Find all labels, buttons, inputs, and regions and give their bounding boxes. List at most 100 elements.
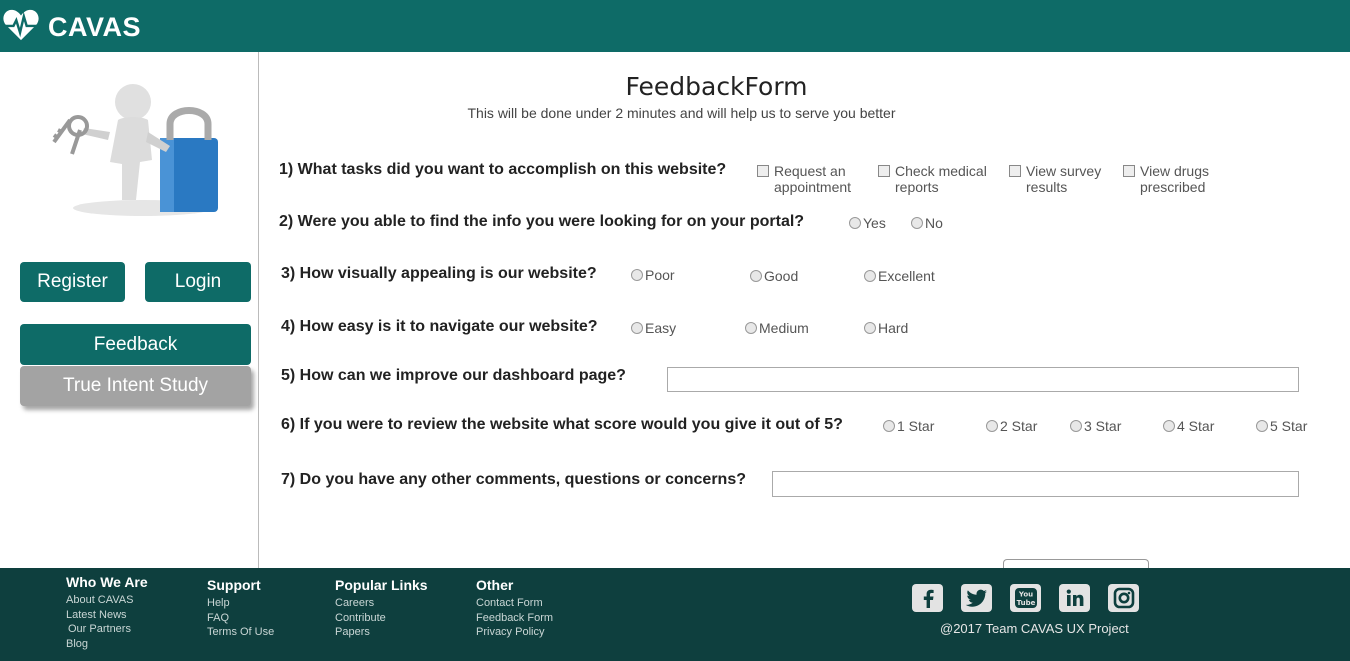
footer-link-papers[interactable]: Papers bbox=[335, 625, 428, 640]
brand-logo[interactable]: CAVAS bbox=[2, 8, 141, 47]
option-label: View drugs prescribed bbox=[1140, 163, 1210, 195]
register-button[interactable]: Register bbox=[20, 262, 125, 302]
radio-button[interactable] bbox=[750, 270, 762, 282]
facebook-icon[interactable] bbox=[912, 584, 943, 612]
top-bar: CAVAS bbox=[0, 0, 1350, 52]
footer-link-privacy[interactable]: Privacy Policy bbox=[476, 625, 553, 640]
footer-heading: Who We Are bbox=[66, 574, 148, 590]
sidebar: Register Login Feedback True Intent Stud… bbox=[0, 52, 259, 568]
svg-text:Tube: Tube bbox=[1016, 599, 1035, 607]
option-label: 5 Star bbox=[1270, 418, 1308, 434]
q6-option-2-star[interactable]: 2 Star bbox=[986, 418, 1037, 434]
checkbox[interactable] bbox=[757, 165, 769, 177]
twitter-icon[interactable] bbox=[961, 584, 992, 612]
question-7: 7) Do you have any other comments, quest… bbox=[281, 471, 746, 488]
radio-button[interactable] bbox=[1256, 420, 1268, 432]
q2-option-yes[interactable]: Yes bbox=[849, 215, 886, 231]
radio-button[interactable] bbox=[1163, 420, 1175, 432]
feedback-form: FeedbackForm This will be done under 2 m… bbox=[259, 52, 1350, 574]
svg-text:You: You bbox=[1017, 591, 1032, 599]
brand-name: CAVAS bbox=[48, 12, 142, 42]
question-6: 6) If you were to review the website wha… bbox=[281, 416, 843, 433]
checkbox[interactable] bbox=[1009, 165, 1021, 177]
q6-option-5-star[interactable]: 5 Star bbox=[1256, 418, 1307, 434]
option-label: Medium bbox=[759, 320, 809, 336]
option-label: Check medical reports bbox=[895, 163, 987, 195]
option-label: Yes bbox=[863, 215, 886, 231]
footer-heading: Support bbox=[207, 577, 261, 593]
q3-option-excellent[interactable]: Excellent bbox=[864, 268, 935, 284]
linkedin-icon[interactable] bbox=[1059, 584, 1090, 612]
radio-button[interactable] bbox=[986, 420, 998, 432]
true-intent-study-button[interactable]: True Intent Study bbox=[20, 366, 251, 406]
footer: Who We Are About CAVAS Latest News Our P… bbox=[0, 568, 1350, 661]
option-label: Poor bbox=[645, 267, 675, 283]
option-label: Excellent bbox=[878, 268, 935, 284]
q1-option-appointment[interactable]: Request an appointment bbox=[757, 163, 851, 195]
page-subtitle: This will be done under 2 minutes and wi… bbox=[467, 105, 896, 121]
login-button[interactable]: Login bbox=[145, 262, 251, 302]
option-label: 4 Star bbox=[1177, 418, 1215, 434]
feedback-button[interactable]: Feedback bbox=[20, 324, 251, 365]
radio-button[interactable] bbox=[883, 420, 895, 432]
youtube-icon[interactable]: You Tube bbox=[1010, 584, 1041, 612]
radio-button[interactable] bbox=[849, 217, 861, 229]
footer-link-terms[interactable]: Terms Of Use bbox=[207, 625, 274, 640]
option-label: 2 Star bbox=[1000, 418, 1038, 434]
footer-column-who-we-are: Who We Are About CAVAS Latest News Our P… bbox=[66, 574, 148, 651]
checkbox[interactable] bbox=[878, 165, 890, 177]
q6-option-4-star[interactable]: 4 Star bbox=[1163, 418, 1214, 434]
footer-link-contribute[interactable]: Contribute bbox=[335, 611, 428, 626]
radio-button[interactable] bbox=[864, 322, 876, 334]
question-2: 2) Were you able to find the info you we… bbox=[279, 213, 805, 230]
social-links: You Tube bbox=[912, 584, 1157, 612]
q4-option-hard[interactable]: Hard bbox=[864, 320, 908, 336]
footer-link-feedback-form[interactable]: Feedback Form bbox=[476, 611, 553, 626]
footer-link-help[interactable]: Help bbox=[207, 596, 274, 611]
footer-link-latest-news[interactable]: Latest News bbox=[66, 608, 148, 623]
q4-option-easy[interactable]: Easy bbox=[631, 320, 676, 336]
radio-button[interactable] bbox=[911, 217, 923, 229]
footer-link-contact-form[interactable]: Contact Form bbox=[476, 596, 553, 611]
footer-link-blog[interactable]: Blog bbox=[66, 637, 148, 652]
footer-link-our-partners[interactable]: Our Partners bbox=[66, 622, 148, 637]
q3-option-poor[interactable]: Poor bbox=[631, 267, 675, 283]
option-label: 1 Star bbox=[897, 418, 935, 434]
q1-option-drugs-prescribed[interactable]: View drugs prescribed bbox=[1123, 163, 1209, 195]
footer-column-popular-links: Popular Links Careers Contribute Papers bbox=[335, 577, 428, 640]
option-label: Easy bbox=[645, 320, 677, 336]
option-label: Request an appointment bbox=[774, 163, 852, 195]
radio-button[interactable] bbox=[864, 270, 876, 282]
checkbox[interactable] bbox=[1123, 165, 1135, 177]
footer-heading: Popular Links bbox=[335, 577, 428, 593]
q2-option-no[interactable]: No bbox=[911, 215, 943, 231]
q4-option-medium[interactable]: Medium bbox=[745, 320, 809, 336]
page-title: FeedbackForm bbox=[625, 72, 808, 101]
question-5: 5) How can we improve our dashboard page… bbox=[281, 367, 626, 384]
footer-link-careers[interactable]: Careers bbox=[335, 596, 428, 611]
q6-option-3-star[interactable]: 3 Star bbox=[1070, 418, 1121, 434]
q1-option-medical-reports[interactable]: Check medical reports bbox=[878, 163, 987, 195]
question-1: 1) What tasks did you want to accomplish… bbox=[279, 161, 727, 178]
footer-heading: Other bbox=[476, 577, 514, 593]
option-label: Good bbox=[764, 268, 799, 284]
option-label: Hard bbox=[878, 320, 909, 336]
radio-button[interactable] bbox=[745, 322, 757, 334]
footer-link-faq[interactable]: FAQ bbox=[207, 611, 274, 626]
footer-column-support: Support Help FAQ Terms Of Use bbox=[207, 577, 274, 640]
footer-link-about[interactable]: About CAVAS bbox=[66, 593, 148, 608]
radio-button[interactable] bbox=[631, 322, 643, 334]
question-3: 3) How visually appealing is our website… bbox=[281, 265, 597, 282]
comments-input[interactable] bbox=[772, 471, 1299, 497]
q1-option-survey-results[interactable]: View survey results bbox=[1009, 163, 1101, 195]
dashboard-improvement-input[interactable] bbox=[667, 367, 1299, 392]
heart-pulse-icon bbox=[2, 8, 40, 47]
copyright-text: @2017 Team CAVAS UX Project bbox=[940, 621, 1129, 636]
security-figure-image bbox=[52, 84, 218, 216]
radio-button[interactable] bbox=[1070, 420, 1082, 432]
q6-option-1-star[interactable]: 1 Star bbox=[883, 418, 934, 434]
q3-option-good[interactable]: Good bbox=[750, 268, 798, 284]
instagram-icon[interactable] bbox=[1108, 584, 1139, 612]
option-label: View survey results bbox=[1026, 163, 1102, 195]
radio-button[interactable] bbox=[631, 269, 643, 281]
